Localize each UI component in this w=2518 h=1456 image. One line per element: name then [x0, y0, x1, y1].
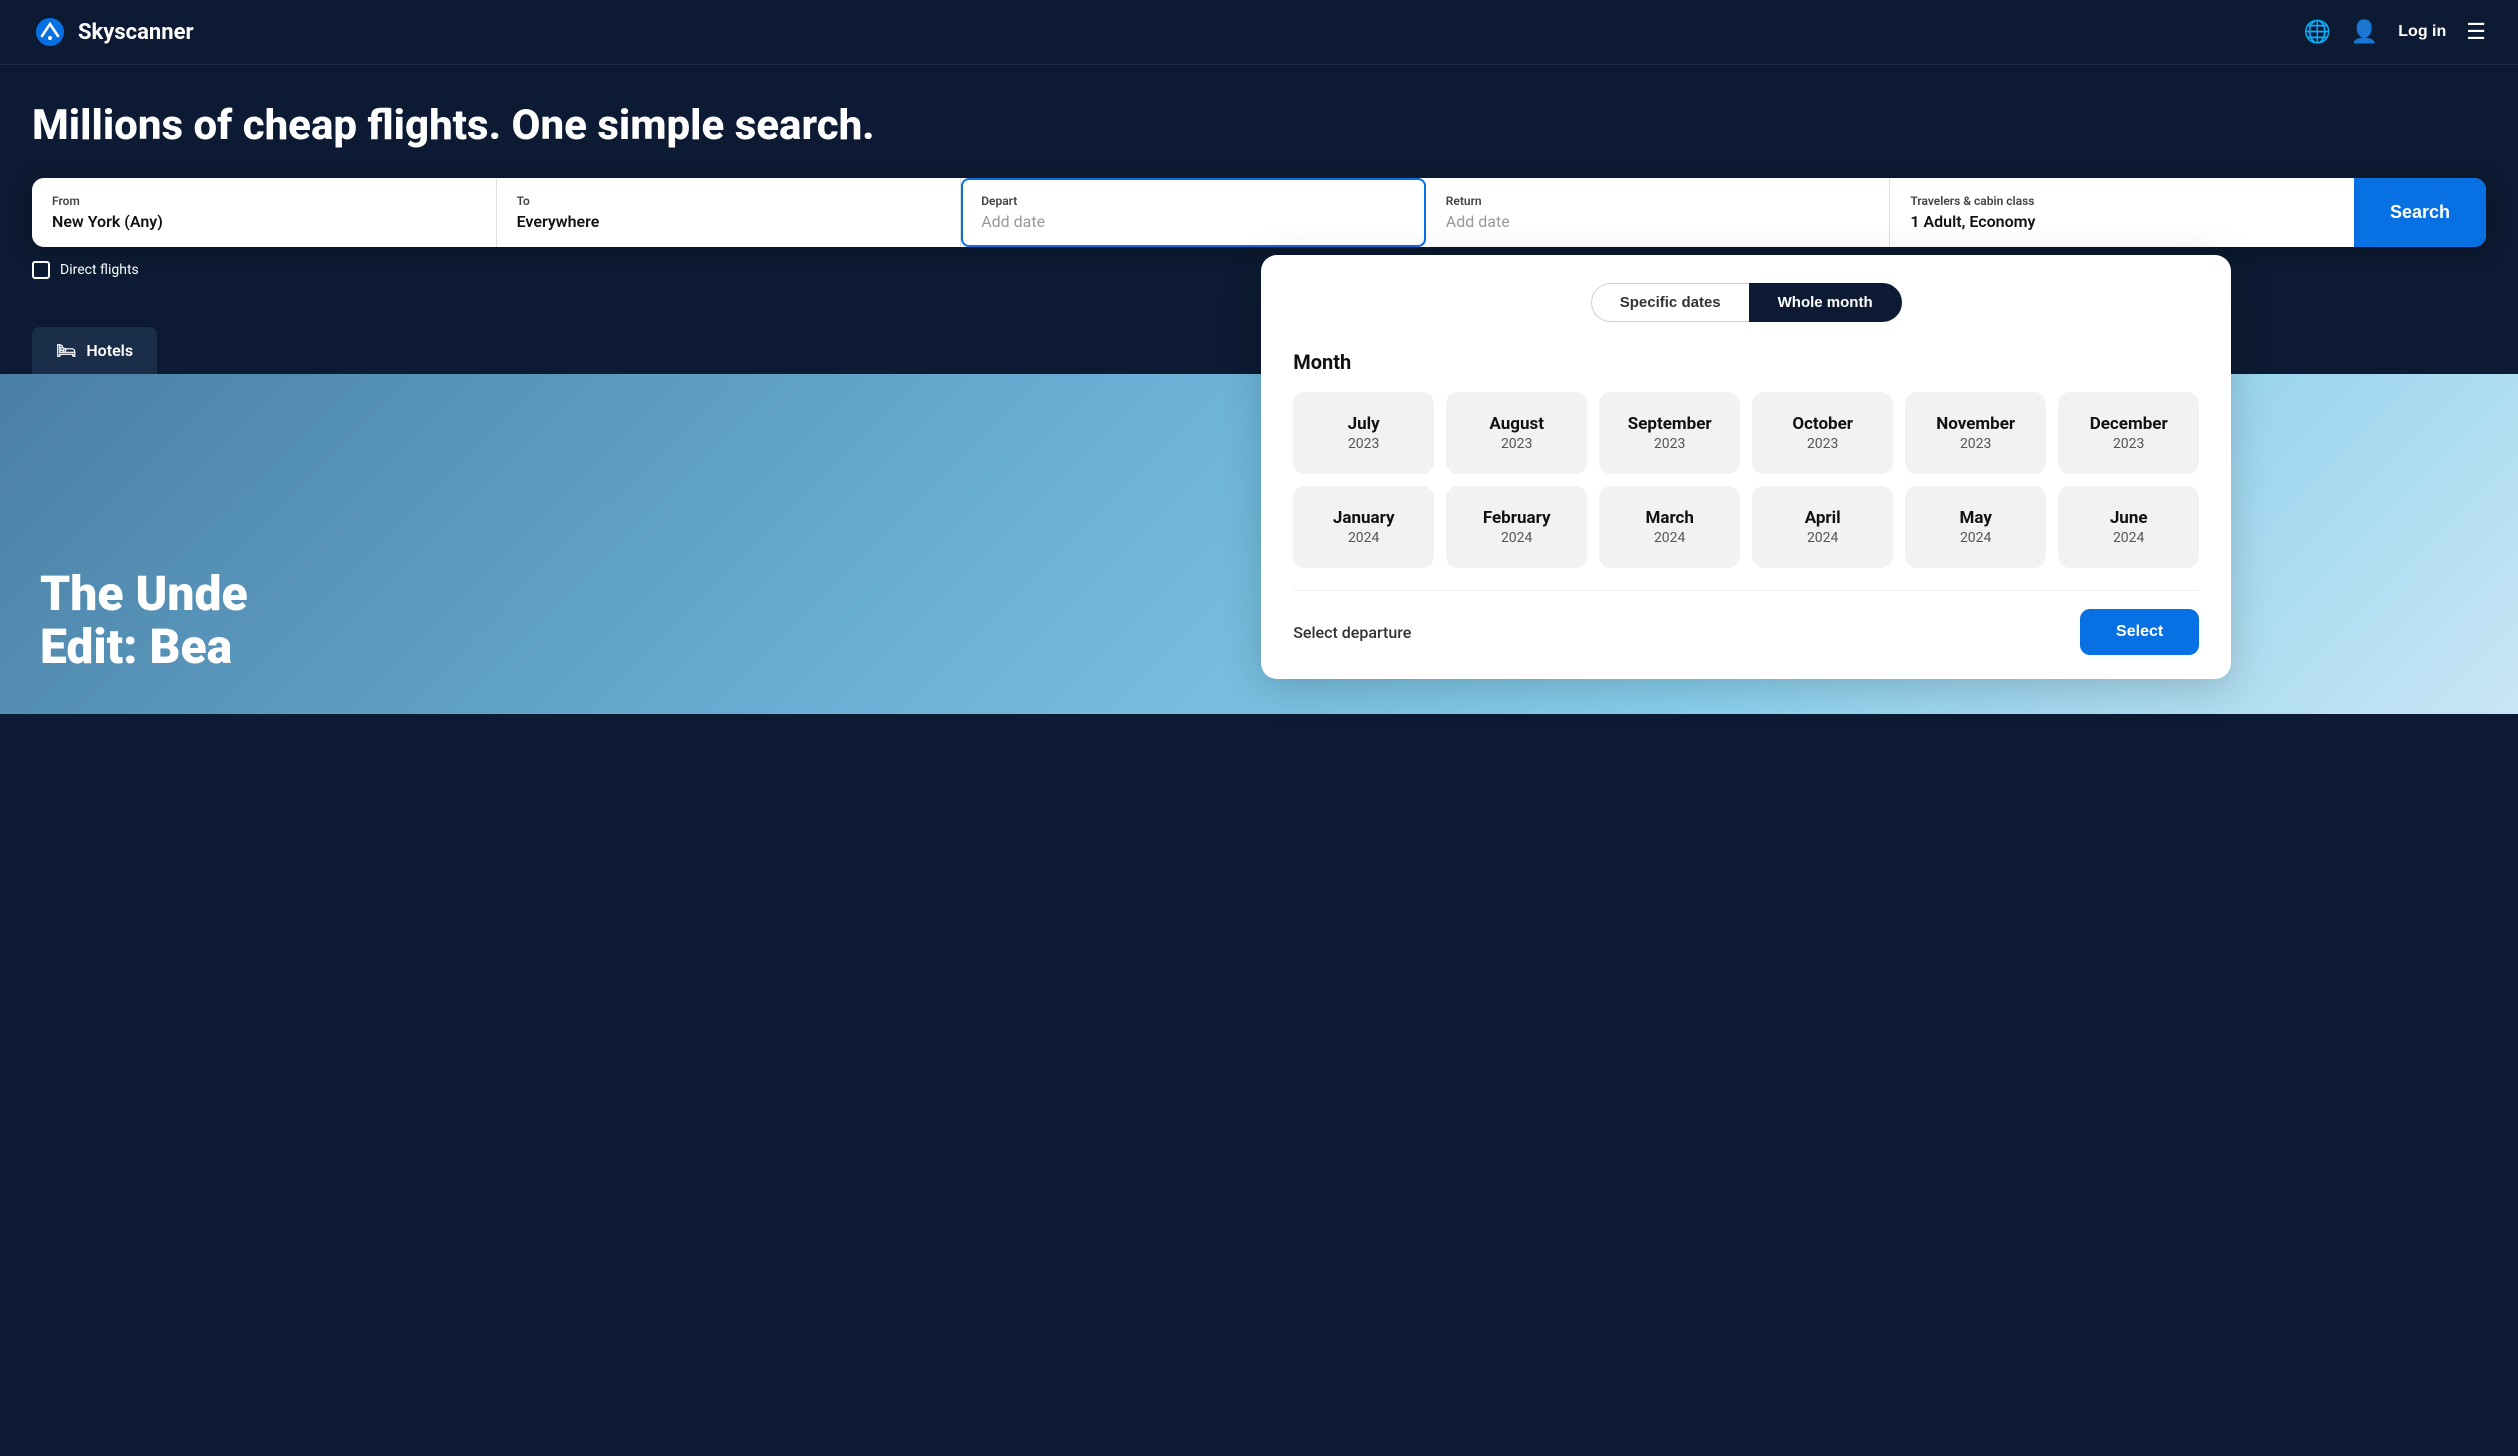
month-year: 2024	[1768, 530, 1877, 546]
to-field[interactable]: To Everywhere	[497, 178, 962, 247]
month-name: May	[1921, 508, 2030, 528]
month-name: January	[1309, 508, 1418, 528]
hero-section: Millions of cheap flights. One simple se…	[0, 65, 2518, 307]
month-year: 2023	[1309, 436, 1418, 452]
month-section-title: Month	[1293, 350, 2199, 374]
to-value: Everywhere	[517, 212, 600, 231]
from-field[interactable]: From New York (Any)	[32, 178, 497, 247]
hotel-icon: 🛏	[56, 341, 76, 360]
month-year: 2024	[1615, 530, 1724, 546]
picker-footer: Select departure Select	[1293, 590, 2199, 655]
month-name: August	[1462, 414, 1571, 434]
depart-field[interactable]: Depart Add date Specific dates Whole mon…	[961, 178, 1426, 247]
logo-text: Skyscanner	[78, 20, 194, 45]
return-field[interactable]: Return Add date	[1426, 178, 1891, 247]
header: Skyscanner 🌐 👤 Log in ☰	[0, 0, 2518, 65]
globe-icon[interactable]: 🌐	[2303, 20, 2330, 45]
month-name: October	[1768, 414, 1877, 434]
month-card[interactable]: November 2023	[1905, 392, 2046, 474]
depart-label: Depart	[981, 194, 1405, 208]
hero-text-line2: Edit: Bea	[40, 621, 248, 674]
search-bar: From New York (Any) To Everywhere Depart…	[32, 178, 2486, 247]
travelers-field[interactable]: Travelers & cabin class 1 Adult, Economy	[1890, 178, 2354, 247]
month-card[interactable]: September 2023	[1599, 392, 1740, 474]
direct-flights-checkbox[interactable]	[32, 261, 50, 279]
hero-title: Millions of cheap flights. One simple se…	[32, 101, 2486, 150]
month-year: 2024	[1309, 530, 1418, 546]
specific-dates-btn[interactable]: Specific dates	[1591, 283, 1749, 322]
menu-icon[interactable]: ☰	[2466, 20, 2486, 45]
from-label: From	[52, 194, 476, 208]
month-name: July	[1309, 414, 1418, 434]
month-card[interactable]: April 2024	[1752, 486, 1893, 568]
logo-area: Skyscanner	[32, 14, 194, 50]
travelers-label: Travelers & cabin class	[1910, 194, 2334, 208]
whole-month-btn[interactable]: Whole month	[1749, 283, 1902, 322]
user-icon[interactable]: 👤	[2351, 20, 2378, 45]
months-grid-row1: July 2023 August 2023 September 2023 October 20…	[1293, 392, 2199, 474]
month-year: 2024	[1462, 530, 1571, 546]
month-name: November	[1921, 414, 2030, 434]
month-year: 2023	[1768, 436, 1877, 452]
month-card[interactable]: May 2024	[1905, 486, 2046, 568]
month-name: March	[1615, 508, 1724, 528]
month-card[interactable]: January 2024	[1293, 486, 1434, 568]
return-label: Return	[1446, 194, 1870, 208]
month-year: 2023	[1921, 436, 2030, 452]
to-label: To	[517, 194, 941, 208]
month-card[interactable]: December 2023	[2058, 392, 2199, 474]
date-picker-dropdown: Specific dates Whole month Month July 202…	[1261, 255, 2231, 679]
month-card[interactable]: July 2023	[1293, 392, 1434, 474]
return-value: Add date	[1446, 212, 1510, 231]
month-year: 2023	[1462, 436, 1571, 452]
month-name: September	[1615, 414, 1724, 434]
header-right: 🌐 👤 Log in ☰	[2303, 20, 2486, 45]
from-value: New York (Any)	[52, 212, 163, 231]
select-departure-text: Select departure	[1293, 623, 1411, 642]
month-year: 2024	[2074, 530, 2183, 546]
login-button[interactable]: Log in	[2398, 23, 2446, 41]
month-card[interactable]: February 2024	[1446, 486, 1587, 568]
depart-value: Add date	[981, 212, 1045, 231]
hero-image-text: The Unde Edit: Bea	[40, 568, 248, 674]
select-button[interactable]: Select	[2080, 609, 2199, 655]
hero-text-line1: The Unde	[40, 568, 248, 621]
direct-flights-label: Direct flights	[60, 262, 139, 278]
month-name: June	[2074, 508, 2183, 528]
month-year: 2023	[1615, 436, 1724, 452]
month-card[interactable]: August 2023	[1446, 392, 1587, 474]
hotels-tab[interactable]: 🛏 Hotels	[32, 327, 157, 374]
month-card[interactable]: March 2024	[1599, 486, 1740, 568]
date-toggle: Specific dates Whole month	[1293, 283, 2199, 322]
month-name: April	[1768, 508, 1877, 528]
month-year: 2023	[2074, 436, 2183, 452]
month-card[interactable]: October 2023	[1752, 392, 1893, 474]
month-name: February	[1462, 508, 1571, 528]
search-button[interactable]: Search	[2354, 178, 2486, 247]
months-grid-row2: January 2024 February 2024 March 2024 April 202…	[1293, 486, 2199, 568]
month-card[interactable]: June 2024	[2058, 486, 2199, 568]
month-name: December	[2074, 414, 2183, 434]
skyscanner-logo-icon	[32, 14, 68, 50]
month-year: 2024	[1921, 530, 2030, 546]
month-section: Month July2023August2023September2023Oct…	[1293, 350, 2199, 568]
hotels-tab-label: Hotels	[86, 341, 133, 360]
travelers-value: 1 Adult, Economy	[1910, 212, 2035, 231]
